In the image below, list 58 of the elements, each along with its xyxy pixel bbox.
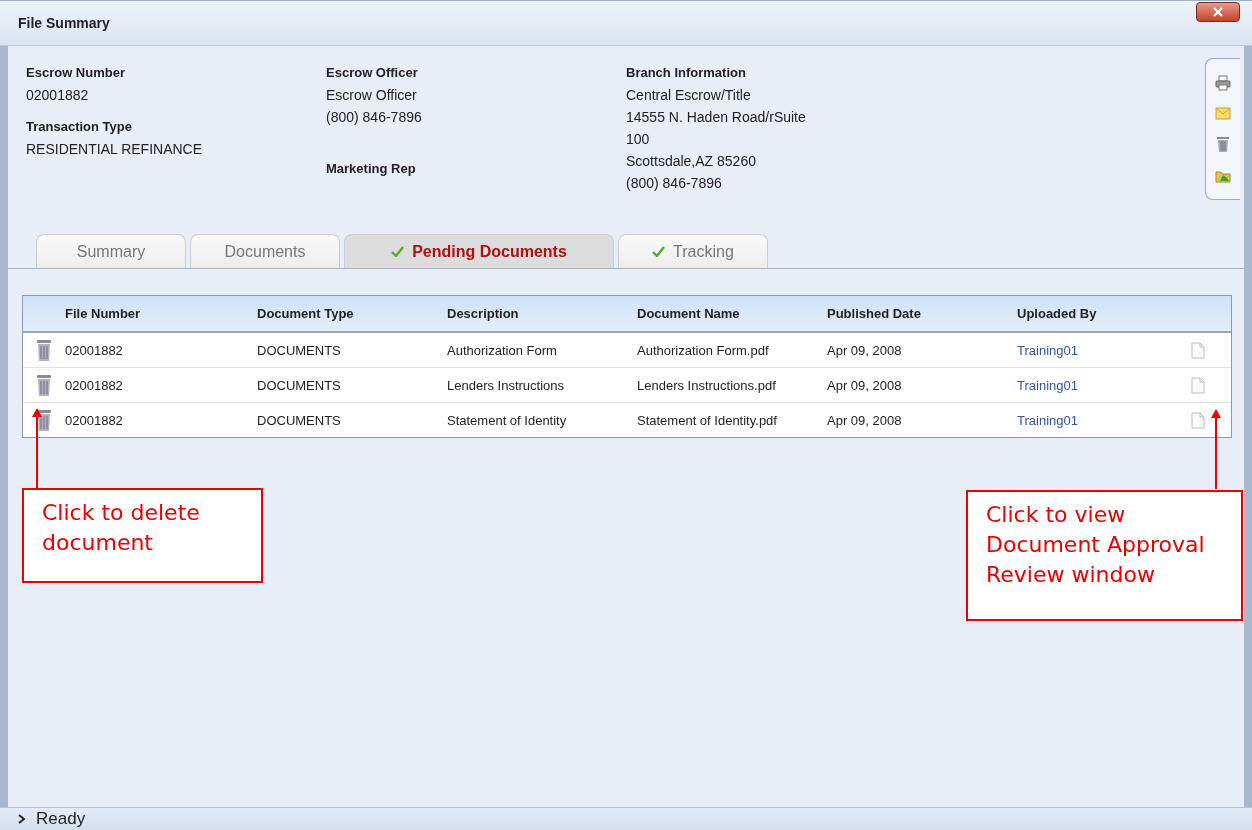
tab[interactable]: Summary (36, 234, 186, 268)
table-cell-text: Authorization Form.pdf (637, 342, 770, 358)
tab[interactable]: Tracking (618, 234, 768, 268)
field-label: Transaction Type (26, 118, 133, 136)
field-value: 14555 N. Haden Road/rSuite (626, 108, 807, 127)
close-button[interactable] (1196, 2, 1240, 22)
table-cell-text: Authorization Form (447, 342, 558, 358)
table-cell-text: DOCUMENTS (257, 412, 342, 428)
user-link[interactable]: Training01 (1017, 377, 1191, 393)
check-icon (391, 246, 405, 257)
table-cell-text: Lenders Instructions (447, 377, 566, 393)
field-value: RESIDENTIAL REFINANCE (26, 140, 204, 159)
user-link[interactable]: Training01 (1017, 342, 1191, 358)
window-title: File Summary (18, 15, 110, 31)
table-cell-text: Statement of Identity.pdf (637, 412, 778, 428)
column-header: Description (447, 306, 520, 321)
trash-icon[interactable] (35, 338, 53, 362)
table-cell-text: 02001882 (65, 342, 124, 358)
callout-note: Click to delete document (22, 488, 263, 583)
column-header: Uploaded By (1017, 306, 1098, 321)
field-value: Central Escrow/Title (626, 86, 752, 105)
field-value: Escrow Officer (326, 86, 418, 105)
field-value: (800) 846-7896 (626, 174, 723, 193)
callout-note: Click to view Document Approval Review window (966, 490, 1243, 621)
trash-icon[interactable] (35, 408, 53, 432)
field-value: 100 (626, 130, 651, 149)
table-cell-text: 02001882 (65, 377, 124, 393)
table-cell-text: Apr 09, 2008 (827, 412, 903, 428)
field-value: 02001882 (26, 86, 90, 105)
column-header: Document Type (257, 306, 355, 321)
close-icon (1212, 7, 1224, 17)
folder-icon[interactable] (1215, 169, 1231, 184)
check-icon (652, 246, 666, 257)
tab[interactable]: Pending Documents (344, 234, 614, 268)
field-label: Branch Information (626, 64, 747, 82)
column-header: Document Name (637, 306, 741, 321)
field-label: Marketing Rep (326, 160, 417, 178)
table-cell-text: 02001882 (65, 412, 124, 428)
trash-icon[interactable] (35, 373, 53, 397)
mail-icon[interactable] (1215, 106, 1231, 120)
trash-icon[interactable] (1216, 135, 1230, 154)
status-text: Ready (36, 809, 86, 829)
table-cell-text: Apr 09, 2008 (827, 377, 903, 393)
user-link[interactable]: Training01 (1017, 412, 1191, 428)
field-value: Scottsdale,AZ 85260 (626, 152, 757, 171)
print-icon[interactable] (1215, 74, 1231, 91)
table-cell-text: Statement of Identity (447, 412, 568, 428)
tab[interactable]: Documents (190, 234, 340, 268)
chevron-icon (18, 814, 26, 824)
table-cell-text: Lenders Instructions.pdf (637, 377, 777, 393)
column-header: Published Date (827, 306, 922, 321)
table-cell-text: DOCUMENTS (257, 377, 342, 393)
table-cell-text: Apr 09, 2008 (827, 342, 903, 358)
column-header: File Number (65, 306, 142, 321)
field-value: (800) 846-7896 (326, 108, 423, 127)
field-label: Escrow Number (26, 64, 126, 82)
field-label: Escrow Officer (326, 64, 419, 82)
table-cell-text: DOCUMENTS (257, 342, 342, 358)
